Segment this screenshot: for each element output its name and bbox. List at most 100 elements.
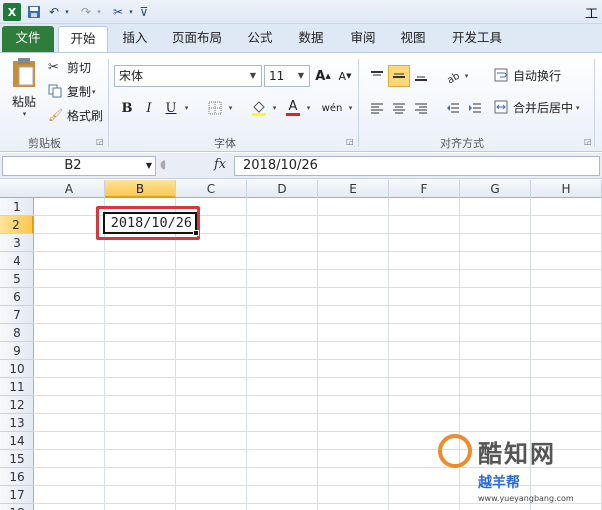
column-header-d[interactable]: D bbox=[247, 180, 318, 198]
name-box-dropdown-icon[interactable]: ▼ bbox=[146, 157, 152, 175]
font-size-combo[interactable]: 11 ▼ bbox=[264, 65, 310, 87]
tab-view[interactable]: 视图 bbox=[390, 26, 436, 52]
column-header-c[interactable]: C bbox=[176, 180, 247, 198]
name-box[interactable]: B2 ▼ bbox=[2, 156, 156, 176]
align-top-icon[interactable] bbox=[366, 65, 388, 87]
row-header-11[interactable]: 11 bbox=[0, 378, 34, 396]
column-header-g[interactable]: G bbox=[460, 180, 531, 198]
align-left-icon[interactable] bbox=[366, 97, 388, 119]
save-icon[interactable] bbox=[26, 3, 42, 21]
row-header-1[interactable]: 1 bbox=[0, 198, 34, 216]
tab-data[interactable]: 数据 bbox=[288, 26, 334, 52]
row-header-12[interactable]: 12 bbox=[0, 396, 34, 414]
ribbon: 粘贴 ▾ ✂ 剪切 复制 ▾ 🖌 格式刷 剪贴板 ◲ 宋体 ▼ 11 ▼ A ▲ … bbox=[0, 52, 602, 152]
excel-logo-icon[interactable]: X bbox=[3, 3, 21, 21]
paste-icon bbox=[13, 58, 35, 87]
tab-developer[interactable]: 开发工具 bbox=[442, 26, 512, 52]
tab-review[interactable]: 审阅 bbox=[340, 26, 386, 52]
align-middle-icon[interactable] bbox=[388, 65, 410, 87]
font-name-combo[interactable]: 宋体 ▼ bbox=[114, 65, 262, 87]
underline-dropdown-icon[interactable]: ▾ bbox=[180, 97, 192, 119]
redo-icon[interactable]: ↷ bbox=[78, 3, 94, 21]
row-header-13[interactable]: 13 bbox=[0, 414, 34, 432]
format-painter-button[interactable]: 🖌 格式刷 bbox=[48, 107, 103, 124]
font-color-icon[interactable]: A bbox=[282, 97, 304, 119]
borders-icon[interactable] bbox=[204, 97, 226, 119]
decrease-font-size-icon[interactable]: A ▼ bbox=[334, 65, 356, 87]
font-color-dropdown-icon[interactable]: ▾ bbox=[302, 97, 314, 119]
clipboard-dialog-launcher-icon[interactable]: ◲ bbox=[96, 137, 104, 146]
row-header-5[interactable]: 5 bbox=[0, 270, 34, 288]
font-size-dropdown-icon[interactable]: ▼ bbox=[295, 66, 307, 86]
orientation-dropdown-icon[interactable]: ▾ bbox=[460, 65, 472, 87]
undo-icon[interactable]: ↶ bbox=[46, 3, 62, 21]
font-dialog-launcher-icon[interactable]: ◲ bbox=[346, 137, 354, 146]
watermark-brand: 酷知网 bbox=[478, 440, 556, 468]
tab-page-layout[interactable]: 页面布局 bbox=[164, 26, 230, 52]
svg-text:ab: ab bbox=[445, 71, 461, 83]
tab-insert[interactable]: 插入 bbox=[114, 26, 156, 52]
row-header-6[interactable]: 6 bbox=[0, 288, 34, 306]
tab-home[interactable]: 开始 bbox=[58, 26, 108, 52]
merge-center-icon bbox=[494, 100, 510, 116]
tools-dropdown-icon[interactable]: ▾ bbox=[126, 3, 136, 21]
tab-file[interactable]: 文件 bbox=[2, 26, 54, 52]
fill-color-icon[interactable] bbox=[248, 97, 270, 119]
phonetic-guide-icon[interactable]: wén bbox=[320, 97, 344, 119]
tab-formulas[interactable]: 公式 bbox=[238, 26, 282, 52]
italic-button[interactable]: I bbox=[138, 97, 160, 119]
phonetic-dropdown-icon[interactable]: ▾ bbox=[344, 97, 356, 119]
undo-dropdown-icon[interactable]: ▾ bbox=[62, 3, 72, 21]
row-header-15[interactable]: 15 bbox=[0, 450, 34, 468]
align-center-icon[interactable] bbox=[388, 97, 410, 119]
row-header-9[interactable]: 9 bbox=[0, 342, 34, 360]
align-bottom-icon[interactable] bbox=[410, 65, 432, 87]
column-header-b[interactable]: B bbox=[105, 180, 176, 198]
copy-button[interactable]: 复制 ▾ bbox=[48, 83, 96, 100]
row-header-17[interactable]: 17 bbox=[0, 486, 34, 504]
font-group-label: 字体 bbox=[214, 137, 236, 150]
increase-font-size-icon[interactable]: A ▲ bbox=[312, 65, 334, 87]
copy-dropdown-icon[interactable]: ▾ bbox=[92, 88, 96, 96]
fill-color-dropdown-icon[interactable]: ▾ bbox=[268, 97, 280, 119]
column-header-h[interactable]: H bbox=[531, 180, 602, 198]
fill-handle[interactable] bbox=[193, 230, 199, 236]
decrease-indent-icon[interactable] bbox=[442, 97, 464, 119]
borders-dropdown-icon[interactable]: ▾ bbox=[224, 97, 236, 119]
formula-input[interactable]: 2018/10/26 bbox=[234, 156, 600, 176]
row-header-2[interactable]: 2 bbox=[0, 216, 34, 234]
column-header-a[interactable]: A bbox=[34, 180, 105, 198]
merge-center-button[interactable]: 合并后居中 ▾ bbox=[494, 99, 580, 116]
splitter-handle-icon[interactable]: ◖ bbox=[160, 157, 166, 171]
redo-dropdown-icon[interactable]: ▾ bbox=[94, 3, 104, 21]
bold-button[interactable]: B bbox=[116, 97, 138, 119]
row-header-8[interactable]: 8 bbox=[0, 324, 34, 342]
wrap-text-button[interactable]: 自动换行 bbox=[494, 67, 561, 84]
underline-button[interactable]: U bbox=[160, 97, 182, 119]
merge-center-dropdown-icon[interactable]: ▾ bbox=[576, 104, 580, 112]
group-divider bbox=[108, 59, 109, 147]
alignment-dialog-launcher-icon[interactable]: ◲ bbox=[584, 137, 592, 146]
active-cell-b2[interactable]: 2018/10/26 bbox=[103, 212, 197, 234]
column-header-f[interactable]: F bbox=[389, 180, 460, 198]
paste-button[interactable]: 粘贴 ▾ bbox=[6, 57, 42, 119]
customize-quick-access-icon[interactable]: ⊽ bbox=[138, 3, 150, 21]
align-right-icon[interactable] bbox=[410, 97, 432, 119]
tools-icon[interactable]: ✂ bbox=[110, 3, 126, 21]
paste-dropdown-icon[interactable]: ▾ bbox=[23, 110, 27, 118]
row-header-4[interactable]: 4 bbox=[0, 252, 34, 270]
row-header-16[interactable]: 16 bbox=[0, 468, 34, 486]
row-header-10[interactable]: 10 bbox=[0, 360, 34, 378]
cut-button[interactable]: ✂ 剪切 bbox=[48, 59, 91, 76]
row-header-7[interactable]: 7 bbox=[0, 306, 34, 324]
column-header-e[interactable]: E bbox=[318, 180, 389, 198]
formula-bar: B2 ▼ ◖ fx 2018/10/26 bbox=[0, 153, 602, 179]
insert-function-icon[interactable]: fx bbox=[214, 157, 226, 172]
row-header-3[interactable]: 3 bbox=[0, 234, 34, 252]
increase-indent-icon[interactable] bbox=[464, 97, 486, 119]
copy-icon bbox=[48, 84, 64, 100]
title-bar: X ↶ ▾ ↷ ▾ ✂ ▾ ⊽ 工 bbox=[0, 0, 602, 24]
row-header-18[interactable]: 18 bbox=[0, 504, 34, 510]
font-name-dropdown-icon[interactable]: ▼ bbox=[247, 66, 259, 86]
row-header-14[interactable]: 14 bbox=[0, 432, 34, 450]
